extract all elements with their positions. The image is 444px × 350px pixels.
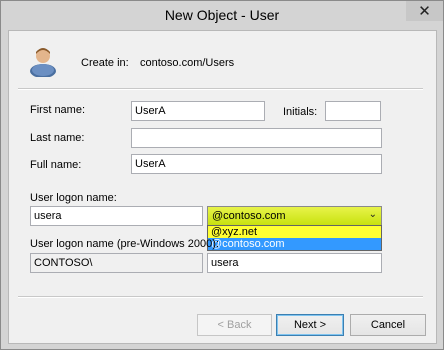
separator-highlight — [18, 89, 423, 90]
chevron-down-icon: ⌄ — [368, 209, 377, 220]
upn-suffix-dropdown[interactable]: @contoso.com ⌄ — [207, 206, 382, 226]
logon-name-field[interactable]: usera — [30, 206, 203, 226]
first-name-field[interactable]: UserA — [131, 101, 265, 121]
full-name-label: Full name: — [30, 159, 82, 171]
user-icon — [30, 48, 56, 77]
first-name-label: First name: — [30, 104, 86, 116]
button-separator-highlight — [18, 297, 423, 298]
window-title: New Object - User — [164, 7, 280, 23]
initials-label: Initials: — [283, 106, 318, 118]
upn-option-xyz[interactable]: @xyz.net — [208, 226, 381, 238]
last-name-field[interactable] — [131, 128, 382, 148]
close-button[interactable]: ✕ — [406, 1, 443, 21]
next-button[interactable]: Next > — [276, 314, 344, 336]
upn-option-contoso[interactable]: @contoso.com — [208, 238, 381, 250]
upn-suffix-selected: @contoso.com — [212, 210, 286, 222]
full-name-field[interactable]: UserA — [131, 154, 382, 174]
pre2000-domain-field: CONTOSO\ — [30, 253, 203, 273]
create-in-label: Create in: — [81, 57, 129, 69]
upn-suffix-list: @xyz.net @contoso.com — [207, 225, 382, 251]
initials-field[interactable] — [325, 101, 381, 121]
pre2000-label: User logon name (pre-Windows 2000): — [30, 238, 219, 250]
back-button[interactable]: < Back — [197, 314, 272, 336]
pre2000-name-field[interactable]: usera — [207, 253, 382, 273]
cancel-button[interactable]: Cancel — [350, 314, 426, 336]
create-in-value: contoso.com/Users — [140, 57, 235, 69]
last-name-label: Last name: — [30, 132, 85, 144]
logon-name-label: User logon name: — [30, 192, 117, 204]
